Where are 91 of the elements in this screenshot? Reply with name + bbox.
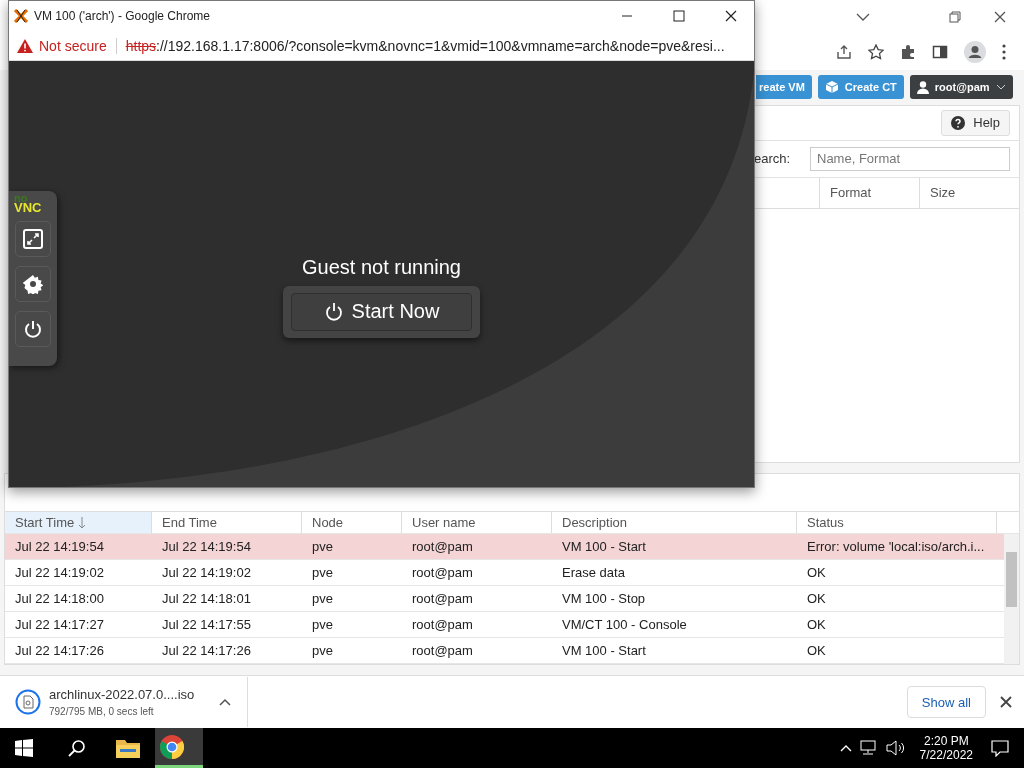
help-icon [951, 115, 966, 130]
table-cell-text: Jul 22 14:17:27 [14, 616, 105, 635]
column-header[interactable]: Node [302, 512, 402, 534]
column-header[interactable]: Size [919, 177, 1019, 208]
table-cell-text: Jul 22 14:17:26 [161, 642, 252, 661]
fullscreen-button[interactable] [15, 221, 51, 257]
table-cell-text: OK [806, 564, 827, 583]
settings-button[interactable] [15, 266, 51, 302]
table-cell-text: VM 100 - Start [561, 538, 647, 557]
notification-icon[interactable] [991, 739, 1009, 757]
table-cell-text: root@pam [411, 538, 474, 557]
column-header[interactable]: End Time [152, 512, 302, 534]
power-icon [323, 301, 344, 322]
column-header[interactable]: Description [552, 512, 797, 534]
column-header[interactable]: Format [819, 177, 919, 208]
table-cell-text: Error: volume 'local:iso/arch.i... [806, 538, 986, 557]
folder-icon[interactable] [116, 738, 140, 758]
menu-icon[interactable] [1002, 44, 1006, 61]
table-cell-text: root@pam [411, 564, 474, 583]
power-icon [23, 319, 43, 339]
table-cell-text: pve [311, 590, 334, 609]
user-icon [916, 80, 929, 94]
file-name[interactable]: archlinux-2022.07.0....iso [49, 687, 195, 703]
table-cell-text: pve [311, 564, 334, 583]
share-icon[interactable] [836, 44, 852, 61]
search-label: earch: [754, 151, 791, 167]
chrome-icon[interactable] [159, 734, 184, 759]
sort-down-icon [78, 516, 87, 529]
logo-text: VNC [14, 203, 42, 212]
table-cell-text: Jul 22 14:18:00 [14, 590, 105, 609]
table-cell-text: Erase data [561, 564, 626, 583]
search-field[interactable]: Name, Format [810, 146, 1010, 171]
puzzle-icon[interactable] [900, 44, 916, 61]
profile-icon[interactable] [964, 41, 986, 64]
clock-time[interactable]: 2:20 PM [923, 734, 969, 748]
maximize-icon[interactable] [673, 10, 685, 22]
settings-icon [23, 274, 43, 294]
table-cell-text: OK [806, 590, 827, 609]
table-cell-text: root@pam [411, 642, 474, 661]
search-icon[interactable] [68, 739, 86, 757]
show-all-button[interactable]: Show all [906, 686, 986, 719]
column-header[interactable]: Start Time [5, 512, 152, 534]
table-cell-text: Jul 22 14:17:26 [14, 642, 105, 661]
windows-start-icon[interactable] [15, 739, 33, 757]
status-message: Guest not running [302, 255, 461, 279]
side-panel-icon[interactable] [932, 44, 948, 61]
chevron-down-icon[interactable] [856, 12, 870, 23]
fullscreen-icon [23, 229, 43, 249]
start-now-button[interactable]: Start Now [290, 292, 473, 331]
star-icon[interactable] [868, 44, 884, 61]
user-menu-button[interactable]: root@pam [909, 75, 1013, 100]
column-header[interactable]: Status [797, 512, 997, 534]
table-cell-text: Jul 22 14:19:02 [161, 564, 252, 583]
cube-icon [824, 80, 839, 95]
scrollbar[interactable] [1004, 534, 1019, 665]
url-text[interactable]: https://192.168.1.17:8006/?console=kvm&novnc=1&vmid=100&vmname=arch&node=pve&resi... [125, 37, 725, 54]
table-cell-text: OK [806, 642, 827, 661]
network-icon[interactable] [859, 740, 878, 756]
restore-icon[interactable] [949, 11, 961, 24]
clock-date[interactable]: 7/22/2022 [919, 748, 973, 762]
security-warning[interactable]: Not secure [39, 37, 107, 54]
logo-text: no [14, 194, 28, 203]
table-cell-text: Jul 22 14:19:54 [14, 538, 105, 557]
warning-icon [17, 38, 33, 53]
table-cell-text: VM 100 - Start [561, 642, 647, 661]
close-icon[interactable] [1000, 696, 1012, 709]
chevron-down-icon [995, 84, 1006, 91]
table-cell-text: Jul 22 14:19:02 [14, 564, 105, 583]
window-title: VM 100 ('arch') - Google Chrome [34, 9, 210, 23]
power-button[interactable] [15, 311, 51, 347]
table-cell-text: VM/CT 100 - Console [561, 616, 688, 635]
column-header[interactable]: User name [402, 512, 552, 534]
chevron-up-icon[interactable] [219, 698, 232, 707]
table-cell-text: pve [311, 616, 334, 635]
table-cell-text: Jul 22 14:17:55 [161, 616, 252, 635]
table-cell-text: OK [806, 616, 827, 635]
proxmox-logo-icon [14, 9, 28, 23]
help-button[interactable]: Help [941, 109, 1010, 136]
table-cell-text: Jul 22 14:19:54 [161, 538, 252, 557]
close-icon[interactable] [994, 11, 1006, 24]
table-cell-text: root@pam [411, 590, 474, 609]
close-icon[interactable] [725, 10, 737, 22]
table-cell-text: Jul 22 14:18:01 [161, 590, 252, 609]
download-status: 792/795 MB, 0 secs left [49, 706, 155, 718]
task-row[interactable]: Jul 22 14:19:54 Jul 22 14:19:54 pve root@pam VM 100 - Start Error: volume 'local:iso/arch.i... [5, 534, 1004, 561]
speaker-icon[interactable] [885, 740, 906, 756]
file-download-icon[interactable] [15, 689, 41, 716]
table-cell-text: pve [311, 538, 334, 557]
table-cell-text: VM 100 - Stop [561, 590, 647, 609]
table-cell-text: root@pam [411, 616, 474, 635]
table-cell-text: pve [311, 642, 334, 661]
